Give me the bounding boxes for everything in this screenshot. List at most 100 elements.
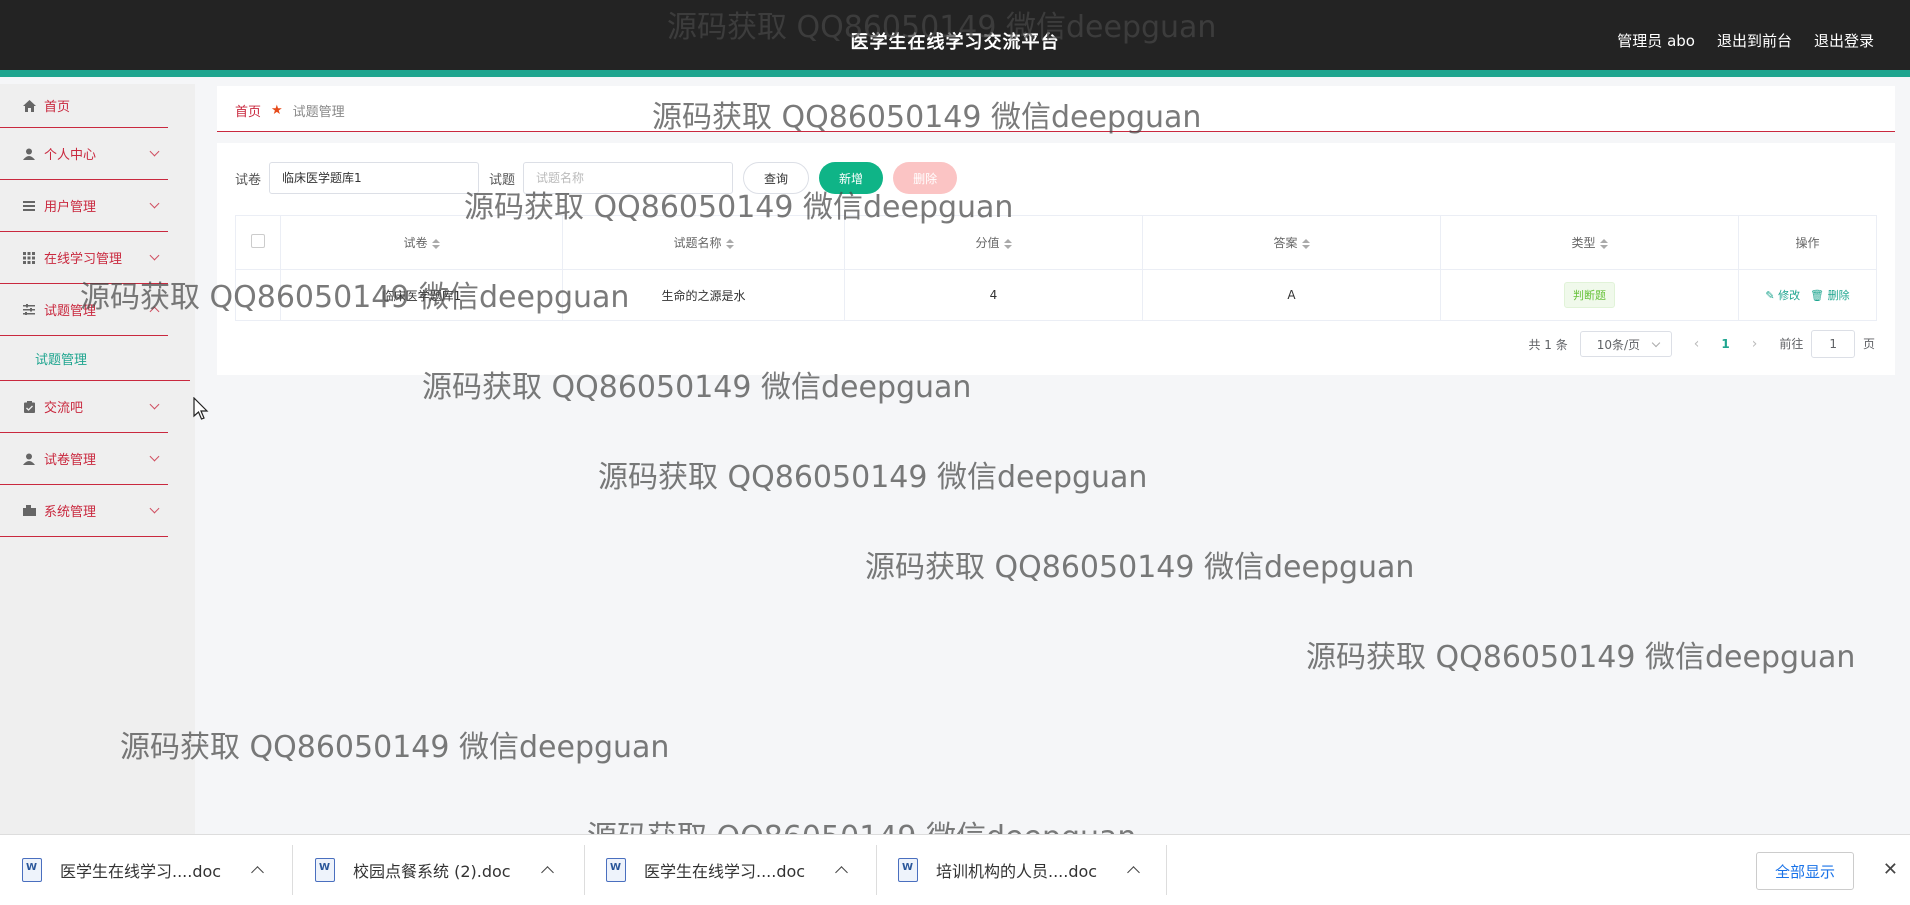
sidebar-item-online-learning[interactable]: 在线学习管理 xyxy=(0,232,168,284)
sidebar-item-forum[interactable]: 交流吧 xyxy=(0,381,168,433)
divider xyxy=(292,845,293,895)
search-row: 试卷 临床医学题库1 试题 查询 新增 删除 xyxy=(235,162,967,194)
clipboard-icon xyxy=(22,400,36,414)
column-header-name[interactable]: 试题名称 xyxy=(562,215,845,270)
download-item[interactable]: 培训机构的人员....doc xyxy=(898,835,1140,905)
query-button[interactable]: 查询 xyxy=(743,162,810,194)
chevron-down-icon xyxy=(149,399,160,410)
breadcrumb-panel: 首页 ★ 试题管理 xyxy=(217,86,1895,132)
table-header-row: 试卷 试题名称 分值 答案 类型 操作 xyxy=(235,215,1877,270)
chevron-down-icon xyxy=(149,146,160,157)
cell-answer: A xyxy=(1142,269,1441,321)
questions-table: 试卷 试题名称 分值 答案 类型 操作 临床医学题库1 生命的之源是水 4 A … xyxy=(235,215,1877,321)
chevron-up-icon[interactable] xyxy=(1127,865,1140,879)
sidebar-item-questions[interactable]: 试题管理 xyxy=(0,284,168,336)
sidebar-item-home[interactable]: 首页 xyxy=(0,84,168,128)
paper-input[interactable]: 临床医学题库1 xyxy=(269,162,480,194)
divider xyxy=(584,845,585,895)
divider xyxy=(1166,845,1167,895)
word-file-icon xyxy=(606,858,626,882)
user-icon xyxy=(22,452,36,466)
trash-icon: 🗑 xyxy=(1810,289,1828,302)
breadcrumb-home[interactable]: 首页 xyxy=(235,101,261,120)
cell-actions: ✎ 修改 🗑 删除 xyxy=(1738,269,1877,321)
close-icon[interactable]: ✕ xyxy=(1883,859,1898,880)
column-header-answer[interactable]: 答案 xyxy=(1142,215,1441,270)
select-all-cell[interactable] xyxy=(235,215,281,270)
chevron-down-icon xyxy=(149,250,160,261)
sliders-icon xyxy=(22,303,36,317)
download-item[interactable]: 医学生在线学习....doc xyxy=(22,835,264,905)
breadcrumb: 首页 ★ 试题管理 xyxy=(235,101,345,120)
breadcrumb-current: 试题管理 xyxy=(292,105,345,120)
sidebar-item-label: 在线学习管理 xyxy=(44,252,123,267)
sidebar-item-label: 试卷管理 xyxy=(44,453,97,468)
sort-icon xyxy=(725,238,734,249)
sidebar-item-label: 交流吧 xyxy=(44,401,84,416)
next-page-icon[interactable]: › xyxy=(1742,336,1768,352)
main-content: 试卷 临床医学题库1 试题 查询 新增 删除 试卷 试题名称 分值 答案 类型 … xyxy=(217,143,1895,375)
pagination: 共 1 条 10条/页 ‹ 1 › 前往 1 页 xyxy=(1528,330,1875,358)
chevron-down-icon xyxy=(149,198,160,209)
chevron-down-icon xyxy=(149,451,160,462)
sidebar-item-personal[interactable]: 个人中心 xyxy=(0,128,168,180)
chevron-down-icon xyxy=(149,503,160,514)
type-tag: 判断题 xyxy=(1564,282,1615,308)
chevron-up-icon[interactable] xyxy=(251,865,264,879)
back-to-front-link[interactable]: 退出到前台 xyxy=(1717,30,1792,51)
row-select-cell[interactable] xyxy=(235,269,281,321)
edit-button[interactable]: ✎ 修改 xyxy=(1765,287,1800,303)
page-size-select[interactable]: 10条/页 xyxy=(1579,331,1672,357)
header-accent-bar xyxy=(0,70,1910,77)
add-button[interactable]: 新增 xyxy=(819,162,884,194)
question-name-input[interactable] xyxy=(523,162,734,194)
cell-type: 判断题 xyxy=(1440,269,1739,321)
sidebar-item-papers[interactable]: 试卷管理 xyxy=(0,433,168,485)
sidebar-item-system[interactable]: 系统管理 xyxy=(0,485,168,537)
admin-user-label[interactable]: 管理员 abo xyxy=(1617,30,1695,51)
word-file-icon xyxy=(898,858,918,882)
submenu-item-questions[interactable]: 试题管理 xyxy=(0,336,190,381)
cell-paper: 临床医学题库1 xyxy=(280,269,563,321)
watermark-text: 源码获取 QQ86050149 微信deepguan xyxy=(598,460,1148,495)
watermark-text: 源码获取 QQ86050149 微信deepguan xyxy=(1306,640,1856,675)
sidebar-item-label: 首页 xyxy=(44,100,71,115)
prev-page-icon[interactable]: ‹ xyxy=(1684,336,1710,352)
row-delete-button[interactable]: 🗑 删除 xyxy=(1810,287,1849,303)
top-header: 医学生在线学习交流平台 管理员 abo 退出到前台 退出登录 xyxy=(0,0,1910,77)
column-header-paper[interactable]: 试卷 xyxy=(280,215,563,270)
sort-icon xyxy=(1003,238,1012,249)
chevron-up-icon xyxy=(149,306,160,317)
page-number[interactable]: 1 xyxy=(1721,337,1729,351)
paper-label: 试卷 xyxy=(235,172,262,188)
sidebar-item-users[interactable]: 用户管理 xyxy=(0,180,168,232)
select-all-checkbox[interactable] xyxy=(251,234,265,248)
sidebar-item-label: 用户管理 xyxy=(44,200,97,215)
chevron-up-icon[interactable] xyxy=(835,865,848,879)
table-row: 临床医学题库1 生命的之源是水 4 A 判断题 ✎ 修改 🗑 删除 xyxy=(235,269,1877,321)
download-item[interactable]: 医学生在线学习....doc xyxy=(606,835,848,905)
home-icon xyxy=(22,99,36,113)
chevron-up-icon[interactable] xyxy=(540,865,554,879)
user-icon xyxy=(22,147,36,161)
sidebar-item-label: 系统管理 xyxy=(44,505,97,520)
sidebar: 首页 个人中心 用户管理 在线学习管理 试题管理 试题管理 交流吧 试卷管理 系… xyxy=(0,84,195,834)
total-count: 共 1 条 xyxy=(1528,337,1568,352)
sidebar-item-label: 试题管理 xyxy=(44,304,97,319)
column-header-actions: 操作 xyxy=(1738,215,1877,270)
download-item[interactable]: 校园点餐系统 (2).doc xyxy=(315,835,554,905)
delete-button[interactable]: 删除 xyxy=(893,162,958,194)
sort-icon xyxy=(1301,238,1310,249)
grid-icon xyxy=(22,251,36,265)
column-header-score[interactable]: 分值 xyxy=(844,215,1143,270)
edit-icon: ✎ xyxy=(1765,289,1779,302)
show-all-button[interactable]: 全部显示 xyxy=(1756,852,1854,890)
word-file-icon xyxy=(22,858,42,882)
sort-icon xyxy=(1599,238,1608,249)
question-label: 试题 xyxy=(489,172,516,188)
column-header-type[interactable]: 类型 xyxy=(1440,215,1739,270)
star-icon: ★ xyxy=(271,103,283,118)
logout-link[interactable]: 退出登录 xyxy=(1814,30,1874,51)
word-file-icon xyxy=(315,858,335,882)
goto-page-input[interactable]: 1 xyxy=(1811,330,1856,358)
